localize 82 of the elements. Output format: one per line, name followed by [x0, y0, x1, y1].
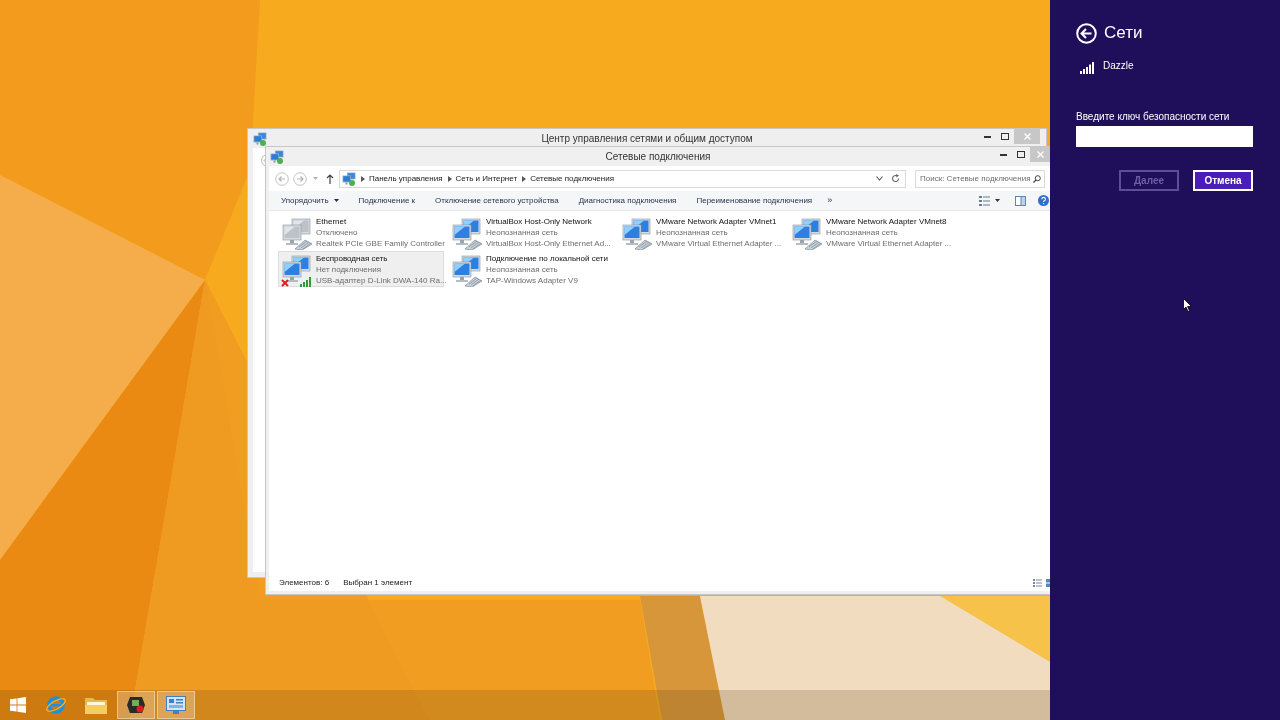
adapter-name: VMware Virtual Ethernet Adapter ... — [656, 238, 782, 249]
toolbar-button[interactable]: Подключение к — [348, 191, 426, 210]
connection-name: VMware Network Adapter VMnet1 — [656, 216, 778, 227]
connection-status: Неопознанная сеть — [486, 227, 559, 238]
refresh-icon — [891, 174, 900, 183]
maximize-icon — [1001, 133, 1009, 140]
network-icon — [253, 131, 267, 146]
connection-status: Неопознанная сеть — [656, 227, 729, 238]
search-field[interactable]: Поиск: Сетевые подключения — [915, 169, 1045, 188]
close-icon — [1023, 133, 1031, 140]
breadcrumb-item[interactable]: Сеть и Интернет — [455, 172, 518, 185]
taskbar-app-button[interactable] — [117, 691, 155, 719]
selection-count: Выбран 1 элемент — [343, 576, 413, 589]
adapter-name: Realtek PCIe GBE Family Controller — [316, 238, 445, 249]
minimize-icon — [999, 153, 1007, 156]
connection-item[interactable]: Подключение по локальной сети Неопознанная сеть TAP-Windows Adapter V9 — [448, 251, 614, 287]
network-name: Dazzle — [1103, 58, 1134, 73]
view-list-icon — [979, 195, 990, 206]
chevron-right-icon — [447, 175, 452, 182]
connection-status: Нет подключения — [316, 264, 383, 275]
adapter-name: VMware Virtual Ethernet Adapter ... — [826, 238, 952, 249]
connection-name: Подключение по локальной сети — [486, 253, 608, 264]
adapter-name: VirtualBox Host-Only Ethernet Ad... — [486, 238, 611, 249]
connection-item[interactable]: VirtualBox Host-Only Network Неопознанная сеть VirtualBox Host-Only Ethernet Ad... — [448, 214, 614, 250]
network-icon — [342, 171, 356, 186]
details-view-icon — [1033, 578, 1042, 587]
refresh-button[interactable] — [891, 174, 900, 183]
view-options-button[interactable] — [979, 195, 1000, 206]
tiles-view-icon — [1046, 578, 1050, 587]
minimize-icon — [983, 135, 991, 138]
up-arrow-icon — [326, 173, 334, 184]
connection-name: Беспроводная сеть — [316, 253, 389, 264]
cursor-icon — [1183, 298, 1192, 312]
toolbar-button[interactable]: Диагностика подключения — [568, 191, 687, 210]
monitor-network-icon — [166, 696, 186, 714]
large-icons-view-button[interactable] — [1046, 578, 1050, 587]
toolbar-menu-button[interactable]: Упорядочить — [271, 191, 349, 210]
folder-icon — [85, 696, 107, 714]
toolbar-button[interactable]: Переименование подключения — [686, 191, 823, 210]
signal-bars-icon — [1080, 62, 1095, 74]
up-button[interactable] — [326, 173, 334, 184]
security-key-field[interactable] — [1076, 126, 1253, 147]
close-icon — [1036, 151, 1044, 158]
history-dropdown-button[interactable] — [876, 176, 883, 181]
window-title: Сетевые подключения — [605, 150, 711, 164]
connection-item[interactable]: VMware Network Adapter VMnet8 Неопознанная сеть VMware Virtual Ethernet Adapter ... — [788, 214, 954, 250]
app-icon — [126, 695, 146, 715]
chevron-down-icon — [876, 176, 883, 181]
field-label: Введите ключ безопасности сети — [1076, 111, 1231, 123]
caret-icon — [333, 199, 339, 202]
item-count: Элементов: 6 — [279, 576, 330, 589]
caret-icon — [995, 199, 1000, 202]
adapter-name: USB-адаптер D-Link DWA-140 Ra... — [316, 275, 447, 286]
toolbar-button[interactable]: Отключение сетевого устройства — [425, 191, 569, 210]
dialog-button[interactable]: Отмена — [1193, 170, 1253, 191]
preview-pane-button[interactable] — [1015, 195, 1026, 206]
pane-icon — [1015, 195, 1026, 206]
help-button[interactable] — [1038, 195, 1049, 206]
more-commands-button[interactable]: » — [822, 191, 838, 210]
connection-status: Неопознанная сеть — [486, 264, 559, 275]
browser-icon — [45, 694, 67, 716]
breadcrumb-item[interactable]: Панель управления — [369, 172, 443, 185]
maximize-icon — [1017, 151, 1025, 158]
connection-status: Неопознанная сеть — [826, 227, 899, 238]
chevron-right-icon — [361, 175, 365, 182]
connection-item[interactable]: VMware Network Adapter VMnet1 Неопознанная сеть VMware Virtual Ethernet Adapter ... — [618, 214, 784, 250]
breadcrumb-item[interactable]: Сетевые подключения — [530, 172, 614, 185]
start-icon — [10, 697, 26, 713]
panel-title: Сети — [1104, 22, 1143, 44]
address-bar[interactable]: Панель управления Сеть и Интернет Сетевые подключения — [339, 169, 906, 188]
network-icon — [270, 149, 284, 164]
chevron-right-icon — [522, 175, 527, 182]
adapter-name: TAP-Windows Adapter V9 — [486, 275, 579, 286]
connection-item[interactable]: Беспроводная сеть Нет подключения USB-адаптер D-Link DWA-140 Ra... — [278, 251, 444, 287]
connection-name: Ethernet — [316, 216, 348, 227]
details-view-button[interactable] — [1033, 578, 1042, 587]
search-icon — [1033, 174, 1041, 183]
connection-status: Отключено — [316, 227, 359, 238]
connection-name: VirtualBox Host-Only Network — [486, 216, 593, 227]
window-title: Центр управления сетями и общим доступом — [541, 132, 753, 146]
caret-icon — [313, 177, 318, 180]
connection-name: VMware Network Adapter VMnet8 — [826, 216, 948, 227]
